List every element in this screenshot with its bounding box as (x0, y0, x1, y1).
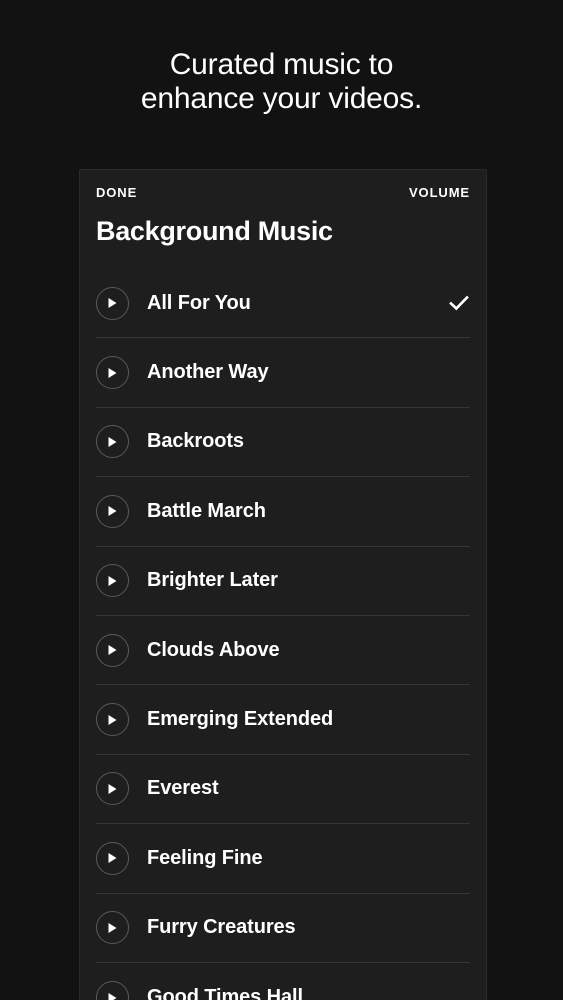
play-icon[interactable] (96, 703, 129, 737)
track-name: Clouds Above (147, 638, 280, 661)
track-row[interactable]: Furry Creatures (96, 894, 470, 963)
headline-line-2: enhance your videos. (140, 82, 423, 115)
track-list: All For You Another Way Backroots Battle Ma… (80, 269, 486, 1000)
play-icon[interactable] (96, 911, 129, 945)
track-row[interactable]: Backroots (96, 408, 470, 478)
panel-title: Background Music (96, 216, 333, 246)
headline-line-1: Curated music to (169, 48, 394, 81)
page-headline: Curated music to enhance your videos. (0, 48, 563, 116)
track-row[interactable]: Good Times Hall (96, 963, 470, 1000)
track-row[interactable]: Another Way (96, 338, 470, 408)
play-icon[interactable] (96, 981, 129, 1000)
track-name: Good Times Hall (147, 986, 303, 1000)
play-icon[interactable] (96, 356, 129, 390)
track-row[interactable]: Battle March (96, 477, 470, 547)
track-name: Backroots (147, 430, 244, 453)
track-row[interactable]: Clouds Above (96, 616, 470, 686)
track-name: Brighter Later (147, 569, 278, 592)
play-icon[interactable] (96, 772, 129, 806)
background-music-panel: DONE VOLUME Background Music All For You… (79, 169, 487, 1000)
track-name: Everest (147, 777, 219, 800)
play-icon[interactable] (96, 633, 129, 667)
track-row[interactable]: Emerging Extended (96, 685, 470, 755)
play-icon[interactable] (96, 564, 129, 598)
track-name: All For You (147, 291, 251, 314)
track-row[interactable]: All For You (96, 269, 470, 339)
panel-topbar: DONE VOLUME (80, 170, 486, 214)
track-row[interactable]: Everest (96, 755, 470, 825)
done-button[interactable]: DONE (96, 185, 137, 200)
play-icon[interactable] (96, 841, 129, 875)
track-name: Feeling Fine (147, 846, 263, 869)
track-name: Emerging Extended (147, 708, 334, 731)
track-name: Another Way (147, 361, 269, 384)
app-screen: Curated music to enhance your videos. DO… (0, 0, 563, 1000)
track-name: Battle March (147, 499, 266, 522)
track-row[interactable]: Feeling Fine (96, 824, 470, 894)
track-name: Furry Creatures (147, 916, 296, 939)
check-icon (448, 292, 470, 314)
play-icon[interactable] (96, 494, 129, 528)
track-row[interactable]: Brighter Later (96, 547, 470, 616)
play-icon[interactable] (96, 425, 129, 459)
play-icon[interactable] (96, 286, 129, 320)
volume-button[interactable]: VOLUME (409, 185, 470, 200)
